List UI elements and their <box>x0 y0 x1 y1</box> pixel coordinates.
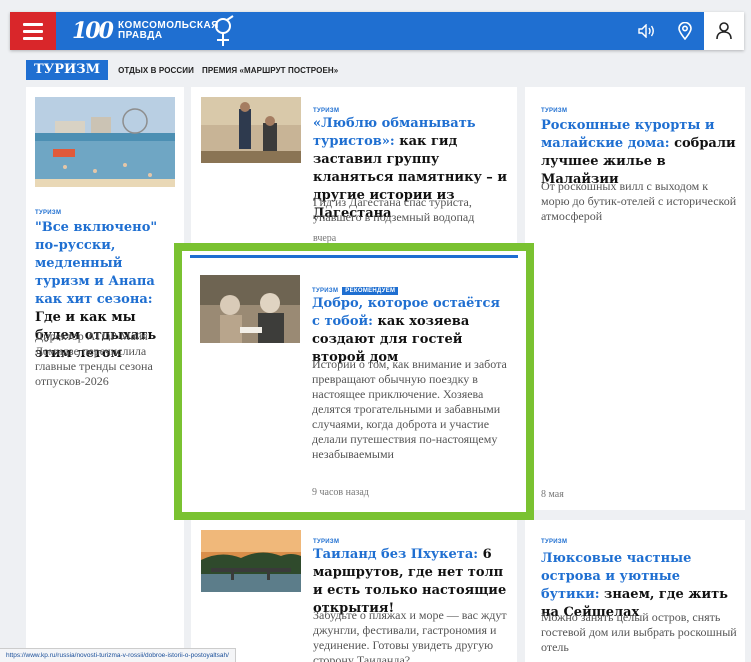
menu-icon <box>23 22 43 26</box>
user-button[interactable] <box>704 12 744 50</box>
article-desc: Истории о том, как внимание и забота пре… <box>312 357 507 461</box>
tag-tourism[interactable]: ТУРИЗМ <box>313 539 339 545</box>
tag-tourism[interactable]: ТУРИЗМ <box>541 539 567 545</box>
article-date: 8 мая <box>541 489 564 500</box>
article-desc: Забудьте о пляжах и море — вас ждут джун… <box>313 608 507 662</box>
article-date: 9 часов назад <box>312 487 369 498</box>
article-card-malaysia[interactable]: ТУРИЗМ Роскошные курорты и малайские дом… <box>525 87 745 510</box>
article-desc: Можно занять целый остров, снять гостево… <box>541 610 737 654</box>
article-card-dagestan[interactable]: ТУРИЗМ «Люблю обманывать туристов»: как … <box>191 87 517 247</box>
nav-link-rest-russia[interactable]: ОТДЫХ В РОССИИ <box>118 66 194 75</box>
location-button[interactable] <box>666 12 704 50</box>
sound-icon <box>638 24 654 38</box>
user-icon <box>716 22 732 40</box>
article-card-seychelles[interactable]: ТУРИЗМ Люксовые частные острова и уютные… <box>525 520 745 662</box>
section-nav: ТУРИЗМ ОТДЫХ В РОССИИ ПРЕМИЯ «МАРШРУТ ПО… <box>26 60 338 80</box>
site-header: 100 КОМСОМОЛЬСКАЯ ПРАВДА <box>10 12 744 50</box>
status-bar-url: https://www.kp.ru/russia/novosti-turizma… <box>0 648 236 662</box>
card-accent-bar <box>190 255 518 258</box>
order-emblem-icon <box>215 15 234 46</box>
article-image <box>200 275 300 343</box>
article-image <box>201 530 301 592</box>
menu-button[interactable] <box>10 12 56 50</box>
tag-tourism[interactable]: ТУРИЗМ <box>312 288 338 294</box>
article-desc: Гид из Дагестана спас туриста, упавшего … <box>313 195 475 224</box>
logo-line2: ПРАВДА <box>117 30 163 41</box>
article-card-thailand[interactable]: ТУРИЗМ Таиланд без Пхукета: 6 маршрутов,… <box>191 520 517 662</box>
tag-recommended[interactable]: РЕКОМЕНДУЕМ <box>342 287 399 295</box>
tag-tourism[interactable]: ТУРИЗМ <box>541 108 567 114</box>
location-icon <box>678 22 692 40</box>
nav-link-award[interactable]: ПРЕМИЯ «МАРШРУТ ПОСТРОЕН» <box>202 66 338 75</box>
section-title-tourism[interactable]: ТУРИЗМ <box>26 60 109 80</box>
tag-tourism[interactable]: ТУРИЗМ <box>313 108 339 114</box>
article-desc: От роскошных вилл с выходом к морю до бу… <box>541 179 737 223</box>
sound-button[interactable] <box>628 12 666 50</box>
site-logo[interactable]: 100 КОМСОМОЛЬСКАЯ ПРАВДА <box>72 16 219 46</box>
article-image <box>201 97 301 163</box>
tag-tourism[interactable]: ТУРИЗМ <box>35 210 61 216</box>
logo-number: 100 <box>72 18 114 44</box>
article-image <box>35 97 175 187</box>
highlighted-article-card[interactable]: ТУРИЗМ РЕКОМЕНДУЕМ Добро, которое остаётс… <box>174 243 534 520</box>
article-desc: Директор АТОР Майя Ломидзе перечислила г… <box>35 329 153 388</box>
article-card-anapa[interactable]: ТУРИЗМ "Все включено" по-русски, медленн… <box>26 87 184 662</box>
